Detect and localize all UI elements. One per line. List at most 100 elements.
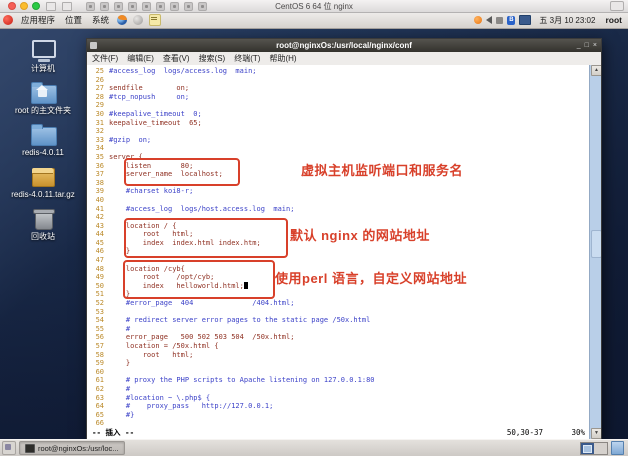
vm-titlebar: CentOS 6 64 位 nginx xyxy=(0,0,628,13)
code-line: 59 } xyxy=(95,359,131,368)
volume-icon[interactable] xyxy=(486,16,493,24)
annotation-box-location-root xyxy=(124,218,288,258)
code-line: 60 xyxy=(95,367,104,376)
vim-mode: -- 插入 -- xyxy=(92,428,135,437)
panel-menus: 应用程序 位置 系统 xyxy=(16,14,114,26)
terminal-menu[interactable]: 帮助(H) xyxy=(269,53,296,64)
workspace-2[interactable] xyxy=(594,442,607,454)
panel-clock[interactable]: 五 3月 10 23:02 xyxy=(539,15,595,26)
taskbar: root@nginxOs:/usr/loc... xyxy=(0,439,628,456)
maximize-icon[interactable]: □ xyxy=(585,42,589,49)
desktop-icon-trash[interactable]: 回收站 xyxy=(4,208,82,241)
home-icon xyxy=(30,82,57,104)
code-line: 54 # redirect server error pages to the … xyxy=(95,316,371,325)
terminal-menu[interactable]: 文件(F) xyxy=(92,53,118,64)
applications-menu-icon[interactable] xyxy=(3,15,13,25)
vm-toolbar-icon[interactable] xyxy=(128,1,137,11)
terminal-task-icon xyxy=(25,443,35,453)
vm-toolbar xyxy=(86,1,207,11)
bluetooth-icon[interactable]: B xyxy=(507,15,516,25)
vm-toolbar-icon[interactable] xyxy=(114,1,123,11)
code-line: 52 #error_page 404 /404.html; xyxy=(95,299,295,308)
code-line: 26 xyxy=(95,75,104,84)
code-line: 63 #location ~ \.php$ { xyxy=(95,393,211,402)
vm-zoom-icon[interactable] xyxy=(32,2,40,10)
code-line: 30 #keepalive_timeout 0; xyxy=(95,109,202,118)
desktop-icon-label: root 的主文件夹 xyxy=(14,106,71,115)
scrollbar[interactable]: ▲ ▼ xyxy=(589,65,601,439)
code-line: 58 root html; xyxy=(95,350,194,359)
panel-menu[interactable]: 系统 xyxy=(87,14,114,26)
network-icon[interactable] xyxy=(519,15,532,25)
vm-close-icon[interactable] xyxy=(8,2,16,10)
vm-toolbar-icon[interactable] xyxy=(142,1,151,11)
input-method-icon[interactable] xyxy=(496,16,504,24)
vm-settings-button[interactable] xyxy=(610,1,624,11)
annotation-box-location-cyb xyxy=(123,260,275,299)
code-line: 66 xyxy=(95,419,104,428)
annotation-text-1: 虚拟主机监听端口和服务名 xyxy=(301,163,464,178)
vm-toolbar-icon[interactable] xyxy=(156,1,165,11)
network-activity-icon[interactable] xyxy=(474,16,483,24)
annotation-text-2: 默认 nginx 的网站地址 xyxy=(290,228,430,243)
code-line: 57 location = /50x.html { xyxy=(95,342,219,350)
code-line: 61 # proxy the PHP scripts to Apache lis… xyxy=(95,376,375,385)
code-line: 64 # proxy_pass http://127.0.0.1; xyxy=(95,402,274,411)
desktop-icons: 计算机 root 的主文件夹 redis-4.0.11 redis-4.0.11.ta… xyxy=(4,40,82,241)
launcher-icon[interactable] xyxy=(133,15,144,25)
gnome-panel: 应用程序 位置 系统 B 五 3月 10 23:02 root xyxy=(0,12,628,29)
vm-toolbar-icon[interactable] xyxy=(100,1,109,11)
vm-window-button2[interactable] xyxy=(62,1,72,11)
desktop-icon-home[interactable]: root 的主文件夹 xyxy=(4,82,82,115)
home-emblem-icon xyxy=(36,85,48,97)
terminal-title: root@nginxOs:/usr/local/nginx/conf xyxy=(276,41,412,50)
archive-icon xyxy=(31,166,55,188)
code-line: 56 error_page 500 502 503 504 /50x.html; xyxy=(95,333,295,342)
terminal-window-controls: _ □ × xyxy=(577,42,601,49)
code-line: 55 # xyxy=(95,324,131,333)
code-line: 34 xyxy=(95,144,104,153)
vm-toolbar-icon[interactable] xyxy=(184,1,193,11)
code-line: 28 #tcp_nopush on; xyxy=(95,92,190,101)
terminal-menu[interactable]: 查看(V) xyxy=(163,53,190,64)
terminal-window: root@nginxOs:/usr/local/nginx/conf _ □ ×… xyxy=(86,38,602,440)
taskbar-right xyxy=(580,441,626,455)
vm-toolbar-icon[interactable] xyxy=(198,1,207,11)
vim-cursor-position: 50,30-37 xyxy=(506,428,543,437)
panel-user[interactable]: root xyxy=(605,15,622,25)
scrollbar-thumb[interactable] xyxy=(591,229,601,258)
vim-scroll-percent: 30% xyxy=(571,428,585,437)
desktop-icon-folder[interactable]: redis-4.0.11 xyxy=(4,124,82,157)
terminal-titlebar[interactable]: root@nginxOs:/usr/local/nginx/conf _ □ × xyxy=(87,39,601,52)
firefox-icon[interactable] xyxy=(117,15,128,25)
terminal-menu[interactable]: 搜索(S) xyxy=(199,53,226,64)
minimize-icon[interactable]: _ xyxy=(577,42,581,49)
vim-editor[interactable]: 25 #access_log logs/access.log main; 26 27 s… xyxy=(87,65,601,439)
terminal-menu[interactable]: 终端(T) xyxy=(234,53,260,64)
panel-menu[interactable]: 应用程序 xyxy=(16,14,60,26)
code-line: 31 keepalive_timeout 65; xyxy=(95,118,202,127)
workspace-switcher[interactable] xyxy=(580,441,608,455)
show-desktop-button[interactable] xyxy=(2,441,16,455)
trash-icon xyxy=(32,208,55,230)
scroll-down-icon[interactable]: ▼ xyxy=(591,428,601,439)
code-line: 41 #access_log logs/host.access.log main… xyxy=(95,204,295,213)
terminal-window-icon xyxy=(90,42,97,49)
code-line: 33 #gzip on; xyxy=(95,135,152,144)
desktop-icon-archive[interactable]: redis-4.0.11.tar.gz xyxy=(4,166,82,199)
vm-toolbar-icon[interactable] xyxy=(86,1,95,11)
workspace-1[interactable] xyxy=(581,442,594,454)
close-icon[interactable]: × xyxy=(593,42,597,49)
terminal-menu[interactable]: 编辑(E) xyxy=(127,53,154,64)
scroll-up-icon[interactable]: ▲ xyxy=(591,65,601,76)
vm-toolbar-icon[interactable] xyxy=(170,1,179,11)
panel-status-area: B 五 3月 10 23:02 root xyxy=(474,15,628,26)
vm-window-button[interactable] xyxy=(46,1,56,11)
trash-applet-icon[interactable] xyxy=(611,441,624,455)
vm-minimize-icon[interactable] xyxy=(20,2,28,10)
notes-icon[interactable] xyxy=(149,14,162,26)
annotation-text-3: 使用perl 语言，自定义网站地址 xyxy=(275,271,467,286)
panel-menu[interactable]: 位置 xyxy=(60,14,87,26)
desktop-icon-computer[interactable]: 计算机 xyxy=(4,40,82,73)
taskbar-terminal-button[interactable]: root@nginxOs:/usr/loc... xyxy=(19,441,125,455)
